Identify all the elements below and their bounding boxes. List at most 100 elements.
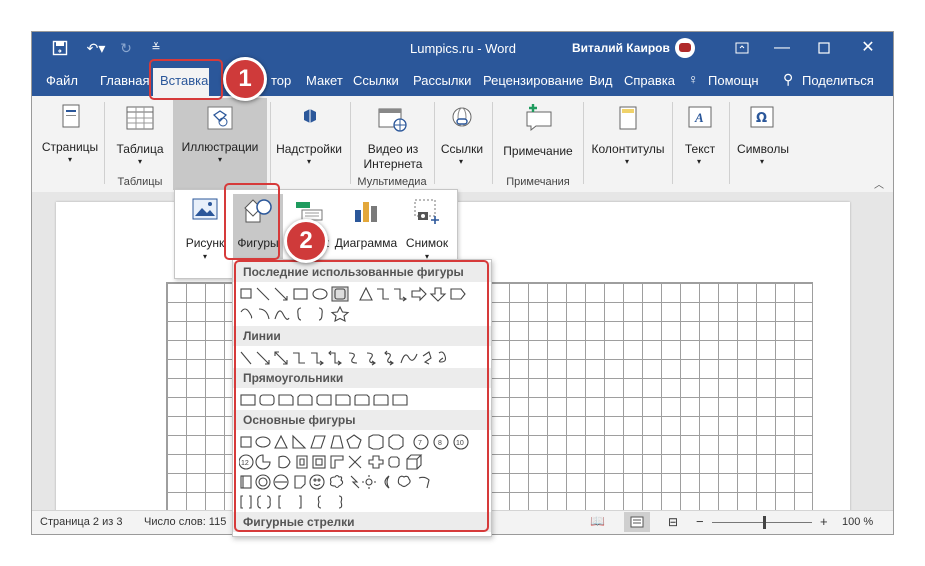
highlight-shapes-button: [224, 183, 280, 260]
group-separator: [350, 102, 351, 184]
collapse-ribbon-icon[interactable]: ︿: [874, 176, 884, 191]
group-separator: [104, 102, 105, 184]
comment-button[interactable]: Примечание: [498, 100, 578, 170]
avatar[interactable]: [675, 38, 695, 58]
minimize-icon[interactable]: —: [774, 40, 790, 56]
omega-icon: Ω: [750, 106, 774, 128]
tab-design-partial[interactable]: тор: [271, 73, 291, 88]
step-badge-1: 1: [223, 57, 267, 101]
tab-home[interactable]: Главная: [100, 73, 149, 88]
tables-group-label: Таблицы: [117, 176, 163, 188]
table-icon: [126, 106, 154, 130]
chevron-down-icon: ▾: [697, 157, 702, 166]
screenshot-button[interactable]: Снимок ▾: [401, 194, 453, 268]
group-separator: [583, 102, 584, 184]
chart-icon: [355, 202, 377, 222]
window-title: Lumpics.ru - Word: [410, 41, 516, 56]
undo-icon[interactable]: ↶▾: [84, 40, 108, 56]
tab-mailings[interactable]: Рассылки: [413, 73, 471, 88]
pages-icon: [62, 104, 80, 128]
video-label-2: Интернета: [363, 157, 423, 171]
svg-text:Ω: Ω: [756, 111, 767, 126]
zoom-level[interactable]: 100 %: [842, 516, 873, 528]
tab-help[interactable]: Справка: [624, 73, 675, 88]
screenshot-label: Снимок: [405, 236, 449, 250]
maximize-icon[interactable]: [816, 40, 832, 56]
web-layout-icon[interactable]: ⊟: [668, 515, 678, 529]
word-count[interactable]: Число слов: 115: [144, 516, 226, 528]
step-badge-2: 2: [284, 219, 328, 263]
chevron-down-icon: ▾: [218, 155, 223, 164]
header-footer-button[interactable]: Колонтитулы ▾: [588, 100, 668, 170]
text-button[interactable]: A Текст ▾: [676, 100, 724, 170]
tab-view[interactable]: Вид: [589, 73, 613, 88]
read-mode-icon[interactable]: 📖: [590, 514, 605, 528]
zoom-out-button[interactable]: −: [696, 514, 704, 529]
illustrations-button[interactable]: Иллюстрации ▾: [173, 98, 267, 190]
customize-toolbar-icon[interactable]: ≚: [148, 40, 164, 56]
zoom-slider-track[interactable]: [712, 522, 812, 523]
chart-label: Диаграмма: [334, 236, 398, 250]
chevron-down-icon: ▾: [760, 157, 765, 166]
highlight-insert-tab: [149, 59, 223, 100]
share-person-icon: ⚲: [783, 71, 794, 87]
illustrations-icon: [207, 106, 233, 130]
group-separator: [492, 102, 493, 184]
addins-label: Надстройки: [276, 142, 342, 156]
svg-text:A: A: [694, 110, 704, 125]
links-button[interactable]: Ссылки ▾: [437, 100, 487, 170]
zoom-slider-thumb[interactable]: [763, 516, 766, 529]
save-icon[interactable]: [52, 40, 68, 56]
print-layout-icon: [630, 516, 644, 528]
chevron-down-icon: ▾: [459, 157, 464, 166]
addins-button[interactable]: Надстройки ▾: [274, 100, 344, 170]
header-footer-icon: [619, 106, 637, 130]
online-video-button[interactable]: Видео из Интернета: [358, 100, 428, 171]
tab-layout[interactable]: Макет: [306, 73, 343, 88]
chevron-down-icon: ▾: [307, 157, 312, 166]
chevron-down-icon: ▾: [625, 157, 630, 166]
header-footer-label: Колонтитулы: [591, 142, 665, 156]
picture-icon: [192, 198, 218, 220]
close-icon[interactable]: ✕: [860, 40, 876, 56]
tab-file[interactable]: Файл: [46, 73, 78, 88]
tell-me-search[interactable]: Помощн: [708, 73, 759, 88]
group-separator: [729, 102, 730, 184]
group-separator: [270, 102, 271, 184]
table-button[interactable]: Таблица ▾: [110, 100, 170, 170]
share-button[interactable]: Поделиться: [802, 73, 874, 88]
illustrations-label: Иллюстрации: [181, 140, 259, 154]
text-box-icon: A: [688, 106, 712, 128]
ribbon-display-icon[interactable]: [734, 40, 750, 56]
comments-group-label: Примечания: [506, 176, 570, 188]
highlight-shapes-gallery: [234, 260, 489, 532]
screenshot-icon: [414, 199, 439, 224]
symbols-label: Символы: [737, 142, 789, 156]
link-globe-icon: [452, 107, 472, 127]
text-label: Текст: [684, 142, 716, 156]
symbols-button[interactable]: Ω Символы ▾: [732, 100, 794, 170]
tab-review[interactable]: Рецензирование: [483, 73, 583, 88]
multimedia-group-label: Мультимедиа: [357, 176, 427, 188]
addins-icon: [304, 109, 316, 123]
print-layout-button[interactable]: [624, 512, 650, 532]
comment-label: Примечание: [503, 144, 573, 158]
pages-button[interactable]: Страницы ▾: [40, 100, 100, 170]
user-name: Виталий Каиров: [572, 41, 670, 55]
chart-button[interactable]: Диаграмма: [333, 194, 399, 268]
video-label-1: Видео из: [367, 142, 419, 156]
comment-icon: [526, 104, 552, 132]
ribbon: Страницы ▾ Таблица ▾ Таблицы Иллюстрации…: [32, 96, 893, 193]
redo-icon[interactable]: ↻: [118, 40, 134, 56]
pages-label: Страницы: [41, 140, 99, 154]
group-separator: [434, 102, 435, 184]
chevron-down-icon: ▾: [138, 157, 143, 166]
lightbulb-icon: ♀: [688, 71, 699, 87]
group-separator: [672, 102, 673, 184]
video-icon: [378, 108, 407, 132]
zoom-in-button[interactable]: +: [820, 514, 828, 529]
table-label: Таблица: [116, 142, 164, 156]
chevron-down-icon: ▾: [68, 155, 73, 164]
page-count[interactable]: Страница 2 из 3: [40, 516, 122, 528]
tab-references[interactable]: Ссылки: [353, 73, 399, 88]
